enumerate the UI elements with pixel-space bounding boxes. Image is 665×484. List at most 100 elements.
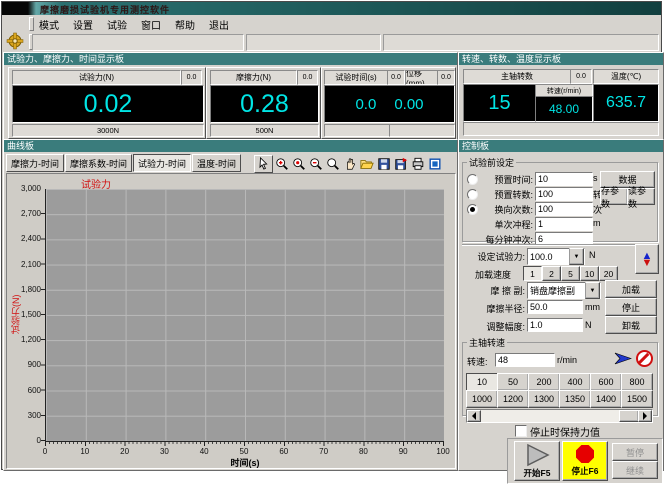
friction-pair-label: 摩 擦 副: [461, 284, 525, 297]
chart-plot[interactable] [45, 189, 444, 442]
menu-bar: 模式设置试验窗口帮助退出 [2, 15, 661, 32]
chevron-down-icon[interactable]: ▼ [585, 282, 600, 299]
title-bar[interactable]: 摩擦磨损试验机专用测控软件 [2, 2, 661, 15]
spindle-speed-1300[interactable]: 1300 [528, 390, 560, 408]
start-spindle-icon[interactable] [613, 351, 633, 366]
stop-spindle-icon[interactable] [636, 350, 653, 367]
chart-x-tickmarks [45, 442, 444, 446]
pretest-label: 预置时间: [471, 173, 533, 186]
read-params-button[interactable]: 读参数 [627, 188, 655, 205]
scroll-right-arrow[interactable] [638, 410, 652, 422]
spindle-speed-1200[interactable]: 1200 [497, 390, 529, 408]
magnifier-icon[interactable] [324, 156, 341, 172]
load-speed-2[interactable]: 2 [542, 266, 561, 281]
control-panel-header: 控制板 [459, 140, 663, 152]
curve-panel: 曲线板 摩擦力-时间摩擦系数-时间试验力-时间温度-时间 试验力 试验力(N) … [3, 139, 458, 471]
scroll-left-arrow[interactable] [467, 410, 481, 422]
speed-panel-header: 转速、转数、温度显示板 [459, 53, 663, 65]
zoom-in-icon[interactable] [273, 156, 290, 172]
app-tools-icon[interactable] [6, 32, 28, 50]
load-speed-5[interactable]: 5 [561, 266, 580, 281]
x-tick-label: 0 [35, 447, 55, 456]
menu-item-窗口[interactable]: 窗口 [134, 15, 168, 32]
pretest-legend: 试验前设定 [467, 156, 516, 169]
speed-scrollbar[interactable] [466, 409, 653, 423]
friction-pair-select[interactable]: 销盘摩擦副 ▼ [527, 282, 601, 299]
y-tick-label: 2,400 [21, 234, 41, 243]
keep-force-checkbox[interactable] [515, 425, 527, 437]
chevron-down-icon[interactable]: ▼ [569, 248, 584, 265]
save-params-button[interactable]: 存参数 [600, 188, 628, 205]
chart-y-tickmarks [41, 189, 45, 441]
force-adjust-arrows-button[interactable]: ▲ ▼ [635, 244, 659, 274]
menu-item-设置[interactable]: 设置 [66, 15, 100, 32]
menu-item-试验[interactable]: 试验 [100, 15, 134, 32]
spindle-speed-10[interactable]: 10 [466, 373, 498, 391]
load-speed-20[interactable]: 20 [599, 266, 618, 281]
test-time-peak: 0.0 [387, 70, 405, 85]
load-speed-10[interactable]: 10 [580, 266, 599, 281]
curve-panel-header: 曲线板 [4, 140, 457, 152]
status-box-3 [383, 34, 659, 51]
pretest-input-预置时间[interactable] [535, 172, 593, 186]
color-box-icon[interactable] [426, 156, 443, 172]
spindle-speed-1000[interactable]: 1000 [466, 390, 498, 408]
spindle-speed-400[interactable]: 400 [559, 373, 591, 391]
spindle-speed-200[interactable]: 200 [528, 373, 560, 391]
menu-item-退出[interactable]: 退出 [202, 15, 236, 32]
spindle-speed-50[interactable]: 50 [497, 373, 529, 391]
curve-tab-试验力-时间[interactable]: 试验力-时间 [133, 154, 191, 172]
spindle-speed-1400[interactable]: 1400 [590, 390, 622, 408]
y-tick-label: 600 [28, 386, 41, 395]
app-window: 摩擦磨损试验机专用测控软件 模式设置试验窗口帮助退出 试验力、摩擦力、时间显示板… [1, 1, 662, 470]
temperature-display: 635.7 [593, 84, 659, 122]
pause-button[interactable]: 暂停 [612, 443, 658, 461]
spindle-speed-800[interactable]: 800 [621, 373, 653, 391]
curve-tab-摩擦力-时间[interactable]: 摩擦力-时间 [6, 154, 64, 172]
curve-tab-温度-时间[interactable]: 温度-时间 [192, 154, 241, 172]
x-tick-label: 40 [194, 447, 214, 456]
pretest-input-单次冲程[interactable] [535, 217, 593, 231]
set-force-label: 设定试验力: [461, 250, 525, 263]
adjust-range-input[interactable] [527, 318, 583, 332]
load-speed-1[interactable]: 1 [523, 266, 542, 281]
spindle-speed-600[interactable]: 600 [590, 373, 622, 391]
test-time-label: 试验时间(s) [324, 70, 388, 85]
test-force-box: 试验力(N) 0.0 0.02 3000N [8, 67, 206, 139]
force-panel-header: 试验力、摩擦力、时间显示板 [4, 53, 457, 65]
start-button[interactable]: 开始F5 [514, 441, 560, 481]
pan-hand-icon[interactable] [341, 156, 358, 172]
spindle-speed-input[interactable] [495, 353, 555, 367]
save-export-icon[interactable] [392, 156, 409, 172]
menu-item-模式[interactable]: 模式 [32, 15, 66, 32]
zoom-center-icon[interactable] [290, 156, 307, 172]
friction-radius-input[interactable] [527, 300, 583, 314]
pretest-input-预置转数[interactable] [535, 187, 593, 201]
spindle-speed-1500[interactable]: 1500 [621, 390, 653, 408]
chart-area[interactable]: 试验力 试验力(N) 03006009001,2001,5001,8002,10… [6, 173, 456, 469]
zoom-out-icon[interactable] [307, 156, 324, 172]
x-tick-label: 50 [234, 447, 254, 456]
cursor-icon[interactable] [254, 155, 273, 173]
set-force-select[interactable]: 100.0 ▼ [527, 248, 585, 265]
curve-tabs: 摩擦力-时间摩擦系数-时间试验力-时间温度-时间 [6, 154, 242, 172]
save-icon[interactable] [375, 156, 392, 172]
scrollbar-thumb[interactable] [619, 410, 639, 422]
pretest-group: 试验前设定 预置时间:s预置转数:转换向次数:次单次冲程:m每分钟冲次: 数据 … [462, 156, 658, 242]
menu-item-帮助[interactable]: 帮助 [168, 15, 202, 32]
displacement-peak: 0.0 [437, 70, 455, 85]
pretest-input-换向次数[interactable] [535, 202, 593, 216]
revolutions-peak: 0.0 [570, 69, 592, 84]
play-triangle-icon [522, 443, 552, 467]
unload-button[interactable]: 卸载 [605, 316, 657, 334]
stop-load-button[interactable]: 停止 [605, 298, 657, 316]
print-icon[interactable] [409, 156, 426, 172]
set-force-unit: N [589, 250, 596, 260]
open-folder-icon[interactable] [358, 156, 375, 172]
load-button[interactable]: 加载 [605, 280, 657, 298]
stop-button[interactable]: 停止F6 [562, 441, 608, 481]
y-tick-label: 1,500 [21, 310, 41, 319]
spindle-speed-1350[interactable]: 1350 [559, 390, 591, 408]
resume-button[interactable]: 继续 [612, 461, 658, 479]
curve-tab-摩擦系数-时间[interactable]: 摩擦系数-时间 [65, 154, 132, 172]
